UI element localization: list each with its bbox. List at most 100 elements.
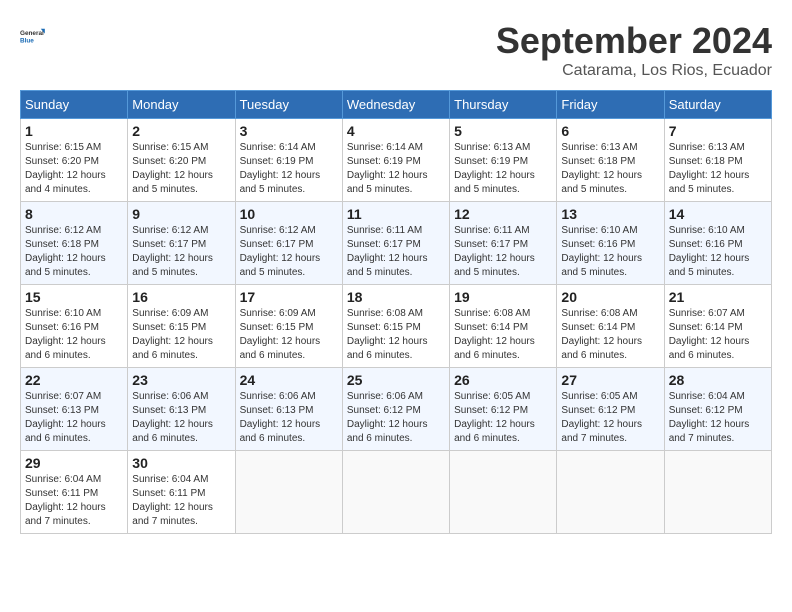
daylight: Daylight: 12 hours and 4 minutes.: [25, 170, 106, 195]
daylight: Daylight: 12 hours and 5 minutes.: [454, 253, 535, 278]
day-info: Sunrise: 6:07 AM Sunset: 6:13 PM Dayligh…: [25, 390, 123, 446]
day-number: 20: [561, 289, 659, 305]
sunrise: Sunrise: 6:15 AM: [25, 142, 101, 153]
day-number: 8: [25, 206, 123, 222]
sunset: Sunset: 6:18 PM: [25, 239, 99, 250]
sunset: Sunset: 6:17 PM: [347, 239, 421, 250]
table-cell: 2 Sunrise: 6:15 AM Sunset: 6:20 PM Dayli…: [128, 119, 235, 202]
day-number: 17: [240, 289, 338, 305]
table-cell: 21 Sunrise: 6:07 AM Sunset: 6:14 PM Dayl…: [664, 285, 771, 368]
day-info: Sunrise: 6:13 AM Sunset: 6:18 PM Dayligh…: [669, 141, 767, 197]
daylight: Daylight: 12 hours and 6 minutes.: [454, 336, 535, 361]
daylight: Daylight: 12 hours and 5 minutes.: [347, 170, 428, 195]
sunrise: Sunrise: 6:10 AM: [561, 225, 637, 236]
daylight: Daylight: 12 hours and 5 minutes.: [132, 170, 213, 195]
sunrise: Sunrise: 6:15 AM: [132, 142, 208, 153]
day-info: Sunrise: 6:04 AM Sunset: 6:12 PM Dayligh…: [669, 390, 767, 446]
day-number: 26: [454, 372, 552, 388]
day-number: 11: [347, 206, 445, 222]
day-info: Sunrise: 6:04 AM Sunset: 6:11 PM Dayligh…: [132, 473, 230, 529]
day-info: Sunrise: 6:08 AM Sunset: 6:15 PM Dayligh…: [347, 307, 445, 363]
svg-text:Blue: Blue: [20, 37, 34, 44]
calendar-table: Sunday Monday Tuesday Wednesday Thursday…: [20, 90, 772, 534]
day-number: 14: [669, 206, 767, 222]
sunrise: Sunrise: 6:07 AM: [25, 391, 101, 402]
daylight: Daylight: 12 hours and 5 minutes.: [132, 253, 213, 278]
sunrise: Sunrise: 6:04 AM: [25, 474, 101, 485]
sunrise: Sunrise: 6:12 AM: [240, 225, 316, 236]
sunrise: Sunrise: 6:11 AM: [347, 225, 422, 236]
day-info: Sunrise: 6:06 AM Sunset: 6:13 PM Dayligh…: [240, 390, 338, 446]
daylight: Daylight: 12 hours and 7 minutes.: [25, 502, 106, 527]
calendar-header-row: Sunday Monday Tuesday Wednesday Thursday…: [21, 91, 772, 119]
daylight: Daylight: 12 hours and 6 minutes.: [347, 336, 428, 361]
day-number: 16: [132, 289, 230, 305]
day-number: 15: [25, 289, 123, 305]
table-cell: 15 Sunrise: 6:10 AM Sunset: 6:16 PM Dayl…: [21, 285, 128, 368]
sunset: Sunset: 6:14 PM: [669, 322, 743, 333]
daylight: Daylight: 12 hours and 5 minutes.: [669, 170, 750, 195]
sunset: Sunset: 6:15 PM: [347, 322, 421, 333]
day-number: 27: [561, 372, 659, 388]
sunset: Sunset: 6:13 PM: [240, 405, 314, 416]
sunset: Sunset: 6:12 PM: [347, 405, 421, 416]
day-info: Sunrise: 6:10 AM Sunset: 6:16 PM Dayligh…: [25, 307, 123, 363]
table-cell: 1 Sunrise: 6:15 AM Sunset: 6:20 PM Dayli…: [21, 119, 128, 202]
daylight: Daylight: 12 hours and 5 minutes.: [240, 253, 321, 278]
table-cell: 20 Sunrise: 6:08 AM Sunset: 6:14 PM Dayl…: [557, 285, 664, 368]
day-info: Sunrise: 6:10 AM Sunset: 6:16 PM Dayligh…: [669, 224, 767, 280]
sunset: Sunset: 6:19 PM: [240, 156, 314, 167]
header-tuesday: Tuesday: [235, 91, 342, 119]
table-cell: 23 Sunrise: 6:06 AM Sunset: 6:13 PM Dayl…: [128, 368, 235, 451]
sunset: Sunset: 6:16 PM: [669, 239, 743, 250]
daylight: Daylight: 12 hours and 6 minutes.: [240, 419, 321, 444]
daylight: Daylight: 12 hours and 6 minutes.: [669, 336, 750, 361]
table-cell: 7 Sunrise: 6:13 AM Sunset: 6:18 PM Dayli…: [664, 119, 771, 202]
table-cell: 27 Sunrise: 6:05 AM Sunset: 6:12 PM Dayl…: [557, 368, 664, 451]
title-block: September 2024 Catarama, Los Rios, Ecuad…: [496, 20, 772, 80]
table-cell: 3 Sunrise: 6:14 AM Sunset: 6:19 PM Dayli…: [235, 119, 342, 202]
sunrise: Sunrise: 6:14 AM: [240, 142, 316, 153]
table-cell: 4 Sunrise: 6:14 AM Sunset: 6:19 PM Dayli…: [342, 119, 449, 202]
day-info: Sunrise: 6:05 AM Sunset: 6:12 PM Dayligh…: [454, 390, 552, 446]
day-number: 23: [132, 372, 230, 388]
day-info: Sunrise: 6:11 AM Sunset: 6:17 PM Dayligh…: [454, 224, 552, 280]
sunset: Sunset: 6:12 PM: [454, 405, 528, 416]
day-info: Sunrise: 6:08 AM Sunset: 6:14 PM Dayligh…: [561, 307, 659, 363]
logo: GeneralBlue: [20, 20, 52, 52]
month-year-title: September 2024: [496, 20, 772, 62]
daylight: Daylight: 12 hours and 6 minutes.: [347, 419, 428, 444]
week-row-4: 22 Sunrise: 6:07 AM Sunset: 6:13 PM Dayl…: [21, 368, 772, 451]
sunrise: Sunrise: 6:06 AM: [240, 391, 316, 402]
sunrise: Sunrise: 6:09 AM: [132, 308, 208, 319]
table-cell: 28 Sunrise: 6:04 AM Sunset: 6:12 PM Dayl…: [664, 368, 771, 451]
day-number: 25: [347, 372, 445, 388]
daylight: Daylight: 12 hours and 6 minutes.: [561, 336, 642, 361]
daylight: Daylight: 12 hours and 7 minutes.: [561, 419, 642, 444]
sunrise: Sunrise: 6:13 AM: [454, 142, 530, 153]
day-info: Sunrise: 6:12 AM Sunset: 6:17 PM Dayligh…: [240, 224, 338, 280]
day-info: Sunrise: 6:06 AM Sunset: 6:12 PM Dayligh…: [347, 390, 445, 446]
sunrise: Sunrise: 6:05 AM: [561, 391, 637, 402]
day-info: Sunrise: 6:09 AM Sunset: 6:15 PM Dayligh…: [240, 307, 338, 363]
sunset: Sunset: 6:11 PM: [25, 488, 98, 499]
table-cell: 14 Sunrise: 6:10 AM Sunset: 6:16 PM Dayl…: [664, 202, 771, 285]
header-wednesday: Wednesday: [342, 91, 449, 119]
day-number: 10: [240, 206, 338, 222]
sunrise: Sunrise: 6:08 AM: [561, 308, 637, 319]
day-number: 19: [454, 289, 552, 305]
sunset: Sunset: 6:15 PM: [240, 322, 314, 333]
day-number: 29: [25, 455, 123, 471]
week-row-2: 8 Sunrise: 6:12 AM Sunset: 6:18 PM Dayli…: [21, 202, 772, 285]
sunset: Sunset: 6:20 PM: [25, 156, 99, 167]
day-number: 1: [25, 123, 123, 139]
table-cell: 24 Sunrise: 6:06 AM Sunset: 6:13 PM Dayl…: [235, 368, 342, 451]
day-number: 28: [669, 372, 767, 388]
table-cell: 26 Sunrise: 6:05 AM Sunset: 6:12 PM Dayl…: [450, 368, 557, 451]
sunset: Sunset: 6:19 PM: [347, 156, 421, 167]
header-saturday: Saturday: [664, 91, 771, 119]
logo-icon: GeneralBlue: [20, 20, 52, 52]
day-info: Sunrise: 6:13 AM Sunset: 6:19 PM Dayligh…: [454, 141, 552, 197]
svg-text:General: General: [20, 30, 44, 37]
sunset: Sunset: 6:18 PM: [561, 156, 635, 167]
